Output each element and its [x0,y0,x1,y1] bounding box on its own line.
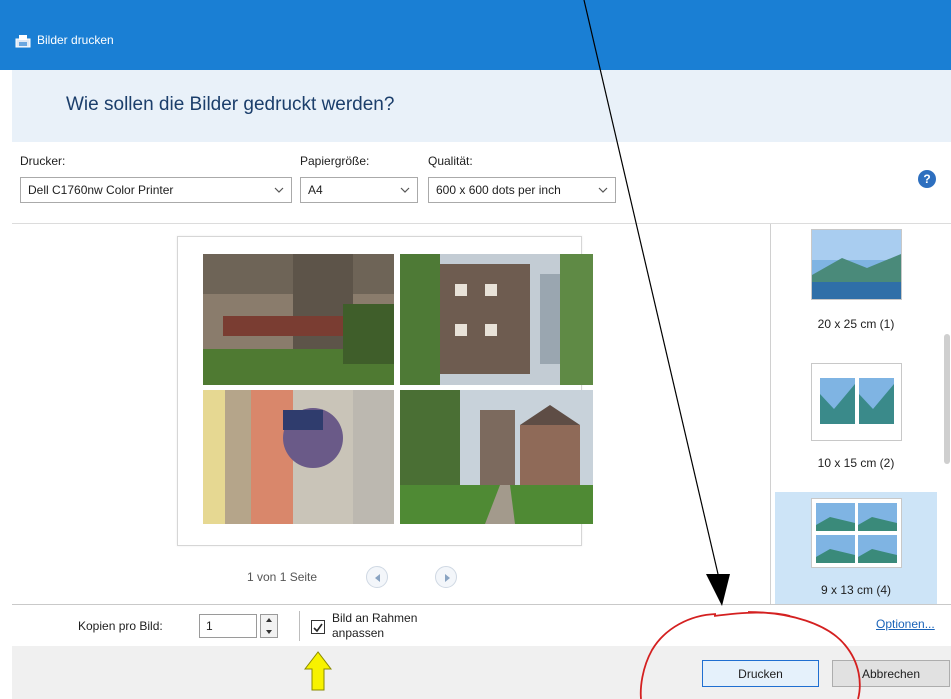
window-title: Bilder drucken [37,33,114,47]
title-bar: Bilder drucken [0,0,951,70]
print-settings: Drucker: Dell C1760nw Color Printer Papi… [12,142,951,224]
fit-to-frame-label[interactable]: Bild an Rahmen anpassen [332,611,452,641]
layout-caption: 10 x 15 cm (2) [817,456,895,470]
divider [299,611,300,641]
four-photo-thumbnail-icon [812,499,901,567]
photo-castle-tower-rotated [400,254,593,385]
layout-thumbnail [811,363,902,441]
print-preview: 1 von 1 Seite [12,224,770,604]
printer-value: Dell C1760nw Color Printer [28,183,174,197]
copies-input[interactable]: 1 [199,614,257,638]
next-page-button[interactable] [435,566,457,588]
layout-thumbnail [811,498,902,568]
quality-label: Qualität: [428,154,473,168]
print-pictures-icon [15,35,31,48]
paper-size-label: Papiergröße: [300,154,370,168]
layout-item-10x15[interactable]: 10 x 15 cm (2) [775,358,937,478]
photo-park-towers [400,390,593,524]
layout-item-9x13[interactable]: 9 x 13 cm (4) [775,492,937,604]
photo-stone-gate-pillar-image [203,254,394,385]
photo-castle-tower-rotated-image [400,254,593,385]
quality-value: 600 x 600 dots per inch [436,183,561,197]
photo-house-sign-rotated-image [203,390,394,524]
paper-size-value: A4 [308,183,323,197]
photo-stone-gate-pillar [203,254,394,385]
dialog-footer: Drucken Abbrechen [12,646,951,699]
header-band: Wie sollen die Bilder gedruckt werden? [12,70,951,142]
help-icon[interactable]: ? [918,170,936,188]
print-options-row: Kopien pro Bild: 1 Bild an Rahmen anpass… [12,604,951,646]
checkmark-icon [313,623,323,633]
spin-up-icon[interactable] [261,615,277,626]
photo-house-sign-rotated [203,390,394,524]
dialog-heading: Wie sollen die Bilder gedruckt werden? [66,94,395,115]
photo-park-towers-image [400,390,593,524]
page-indicator: 1 von 1 Seite [247,570,318,584]
quality-select[interactable]: 600 x 600 dots per inch [428,177,616,203]
triangle-right-icon [445,574,450,582]
chevron-down-icon [598,187,608,193]
paper-size-select[interactable]: A4 [300,177,418,203]
landscape-thumbnail-icon [812,230,901,299]
printer-label: Drucker: [20,154,66,168]
chevron-down-icon [274,187,284,193]
spin-down-icon[interactable] [261,626,277,637]
layout-list[interactable]: 20 x 25 cm (1) 10 x 15 cm (2) 9 x 13 cm … [770,224,951,604]
preview-page [177,236,593,546]
previous-page-button[interactable] [366,566,388,588]
print-button[interactable]: Drucken [702,660,819,687]
copies-label: Kopien pro Bild: [78,619,163,633]
layout-item-20x25[interactable]: 20 x 25 cm (1) [775,224,937,344]
fit-to-frame-label-line1: Bild an Rahmen [332,611,418,625]
copies-spinner[interactable] [260,614,278,638]
printer-select[interactable]: Dell C1760nw Color Printer [20,177,292,203]
fit-to-frame-checkbox[interactable] [311,620,325,634]
options-link[interactable]: Optionen... [876,617,935,631]
layout-scrollbar[interactable] [944,334,950,464]
two-photo-thumbnail-icon [812,364,901,440]
layout-thumbnail [811,229,902,300]
layout-caption: 20 x 25 cm (1) [817,317,895,331]
triangle-left-icon [375,574,380,582]
fit-to-frame-label-line2: anpassen [332,626,385,640]
chevron-down-icon [400,187,410,193]
layout-caption: 9 x 13 cm (4) [820,583,892,597]
cancel-button[interactable]: Abbrechen [832,660,950,687]
